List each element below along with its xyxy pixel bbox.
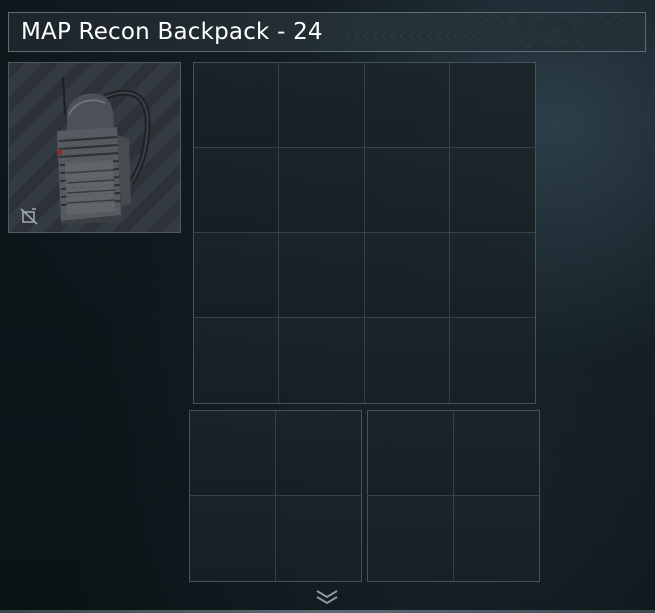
window-title: MAP Recon Backpack - 24 xyxy=(21,19,323,45)
grid-cell[interactable] xyxy=(190,496,276,581)
grid-cell[interactable] xyxy=(279,148,365,233)
no-discard-icon xyxy=(20,208,38,225)
backpack-window: MAP Recon Backpack - 24 xyxy=(0,0,655,613)
grid-cell[interactable] xyxy=(449,63,535,148)
grid-cell[interactable] xyxy=(449,318,535,403)
grid-cell[interactable] xyxy=(449,148,535,233)
backpack-icon xyxy=(57,76,151,225)
grid-cell[interactable] xyxy=(368,496,454,581)
grid-cell[interactable] xyxy=(368,411,454,496)
grid-cell[interactable] xyxy=(279,318,365,403)
grid-cell[interactable] xyxy=(364,233,450,318)
grid-cell[interactable] xyxy=(275,411,361,496)
grid-cell[interactable] xyxy=(449,233,535,318)
grid-cell[interactable] xyxy=(453,411,539,496)
grid-cell[interactable] xyxy=(194,148,280,233)
grid-cell[interactable] xyxy=(279,233,365,318)
grid-cell[interactable] xyxy=(275,496,361,581)
grid-cell[interactable] xyxy=(364,63,450,148)
grid-cell[interactable] xyxy=(279,63,365,148)
window-title-bar[interactable]: MAP Recon Backpack - 24 xyxy=(8,12,646,52)
grid-cell[interactable] xyxy=(194,63,280,148)
backpack-item-slot[interactable] xyxy=(8,62,181,233)
grid-cell[interactable] xyxy=(453,496,539,581)
grid-cell[interactable] xyxy=(194,318,280,403)
grid-cell[interactable] xyxy=(190,411,276,496)
grid-cell[interactable] xyxy=(364,318,450,403)
right-pocket-grid[interactable] xyxy=(367,410,540,582)
grid-cell[interactable] xyxy=(364,148,450,233)
left-pocket-grid[interactable] xyxy=(189,410,362,582)
grid-cell[interactable] xyxy=(194,233,280,318)
main-storage-grid[interactable] xyxy=(193,62,536,404)
double-chevron-down-icon[interactable] xyxy=(314,588,340,606)
